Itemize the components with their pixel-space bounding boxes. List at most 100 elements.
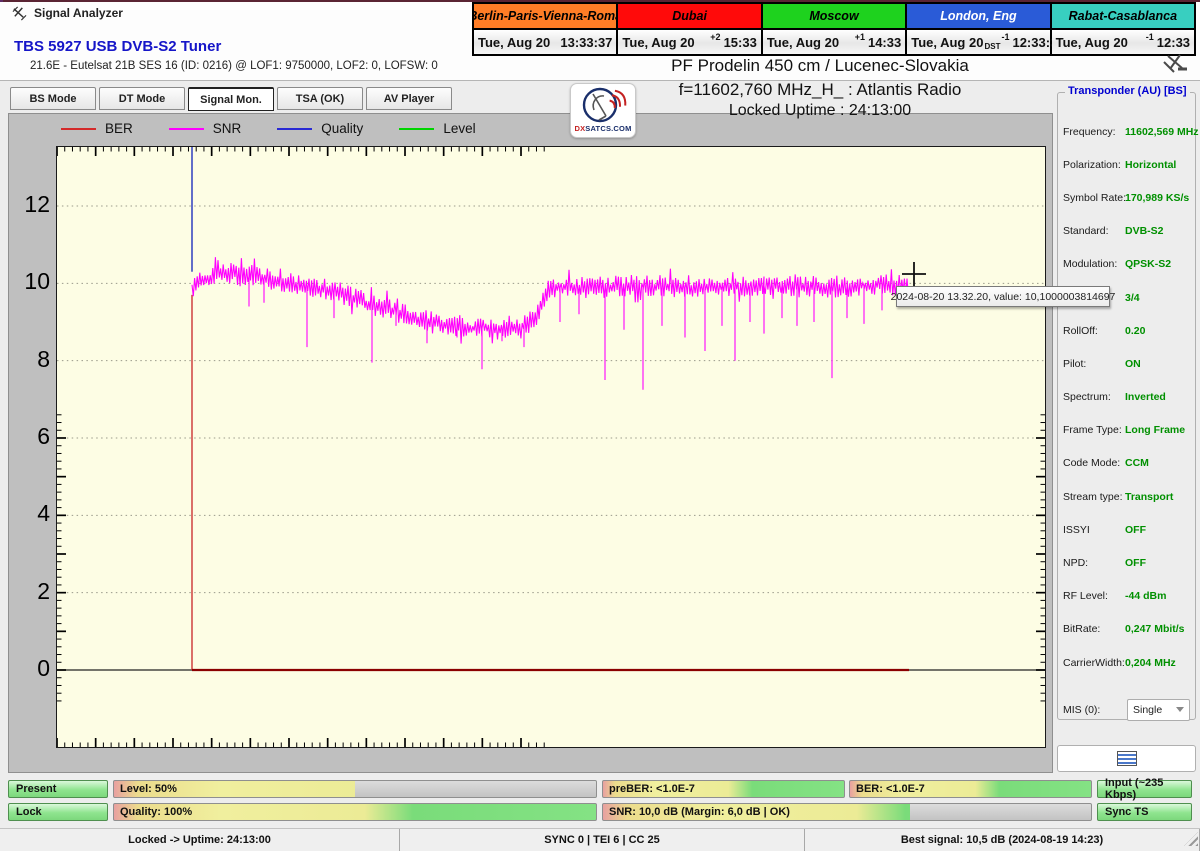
transponder-value: Horizontal [1125, 158, 1177, 171]
site-description: PF Prodelin 450 cm / Lucenec-Slovakia [671, 56, 969, 75]
progress-unfilled [355, 781, 596, 797]
plot-area[interactable] [56, 146, 1046, 748]
uptime-line: Locked Uptime : 24:13:00 [728, 102, 912, 119]
progress-bar-ber-1-0e-7: BER: <1.0E-7 [849, 780, 1092, 798]
signal-analyzer-window: { "window": { "title": "Signal Analyzer"… [0, 0, 1200, 851]
transponder-value: 0,247 Mbit/s [1125, 623, 1185, 636]
transponder-row: Frame Type: Long Frame [1058, 414, 1195, 447]
transponder-value: OFF [1125, 523, 1146, 536]
legend-swatch [277, 127, 313, 130]
transponder-value: 0,204 MHz [1125, 656, 1176, 669]
y-axis-label-8: 8 [37, 345, 50, 372]
legend-swatch [168, 127, 204, 130]
transponder-label: RollOff: [1063, 324, 1098, 337]
dxsatcs-logo: DXSATCS.COM [570, 83, 636, 138]
clock-time: Tue, Aug 20 DST -1 12:33:37 [907, 30, 1065, 54]
transponder-row: CarrierWidth: 0,204 MHz [1058, 646, 1195, 679]
clock-day: Tue, Aug 20 [766, 34, 840, 50]
transponder-label: Modulation: [1063, 258, 1118, 271]
transponder-panel-title: Transponder (AU) [BS] [1065, 85, 1190, 97]
clock-dst-label: DST [984, 42, 1001, 51]
transponder-label: BitRate: [1063, 623, 1101, 636]
clock-day: Tue, Aug 20 [622, 34, 695, 50]
clock-utc-offset: +2 [710, 32, 721, 42]
transponder-label: CarrierWidth: [1063, 656, 1125, 669]
frequency-line: f=11602,760 MHz_H_ : Atlantis Radio [678, 80, 962, 99]
titlebar: Signal Analyzer [12, 4, 123, 22]
progress-label: SNR: 10,0 dB (Margin: 6,0 dB | OK) [609, 806, 790, 818]
legend-label: SNR [212, 121, 242, 136]
transponder-row: NPD: OFF [1058, 546, 1195, 579]
transponder-panel: Transponder (AU) [BS] Frequency: 11602,56… [1057, 85, 1199, 721]
progress-label: Level: 50% [120, 783, 177, 795]
tab-tsa-ok-[interactable]: TSA (OK) [277, 87, 363, 110]
antenna-icon [1163, 54, 1187, 73]
y-axis-label-6: 6 [37, 422, 50, 449]
transponder-value: Transport [1125, 490, 1174, 503]
clock-city: Berlin-Paris-Vienna-Roma [474, 4, 617, 30]
legend-label: Level [443, 121, 476, 136]
progress-label: BER: <1.0E-7 [856, 783, 925, 795]
status-badge-lock: Lock [8, 803, 108, 821]
transponder-label: Stream type: [1063, 490, 1123, 503]
clock-3: London, Eng Tue, Aug 20 DST -1 12:33:37 [907, 4, 1065, 54]
chevron-down-icon [1176, 707, 1184, 713]
striped-list-icon [1116, 751, 1137, 766]
transponder-label: Spectrum: [1063, 391, 1111, 404]
transponder-value: 170,989 KS/s [1125, 191, 1190, 204]
device-name: TBS 5927 USB DVB-S2 Tuner [14, 38, 222, 55]
monitor-bars: Present Level: 50% preBER: <1.0E-7 BER: <1.… [0, 777, 1200, 826]
clock-city: Moscow [762, 4, 906, 30]
tab-bs-mode[interactable]: BS Mode [10, 87, 96, 110]
transponder-value: QPSK-S2 [1125, 258, 1172, 271]
transponder-row: Pilot: ON [1058, 347, 1195, 380]
status-badge-sync-ts: Sync TS [1097, 803, 1192, 821]
legend-item-quality: Quality [277, 121, 363, 136]
snr-series-line [191, 257, 909, 390]
transponder-value: DVB-S2 [1125, 225, 1164, 238]
y-axis-label-4: 4 [37, 500, 50, 527]
world-clock-table: Berlin-Paris-Vienna-Roma Tue, Aug 20 13:33… [472, 2, 1196, 56]
transponder-label: Frequency: [1063, 125, 1116, 138]
transponder-label: NPD: [1063, 557, 1089, 570]
transponder-value: OFF [1125, 557, 1146, 570]
clock-utc-offset: +1 [854, 32, 865, 42]
clock-time-value: 15:33 [723, 34, 757, 50]
clock-time-value: 14:33 [867, 34, 902, 50]
statusbar-section-2: Best signal: 10,5 dB (2024-08-19 14:23) [805, 829, 1200, 851]
logo-text: DXSATCS.COM [574, 124, 632, 133]
y-axis-label-2: 2 [37, 577, 50, 604]
transponder-value: 3/4 [1125, 291, 1140, 304]
y-axis-label-0: 0 [37, 655, 50, 681]
clock-city: Rabat-Casablanca [1051, 4, 1195, 30]
signal-chart-panel: BER SNR Quality Level 0 2 4 6 8 10 12 2024-08-20 … [8, 113, 1115, 773]
tab-signal-mon-[interactable]: Signal Mon. [188, 87, 274, 111]
transponder-row: Symbol Rate: 170,989 KS/s [1058, 181, 1195, 214]
legend-item-ber: BER [61, 121, 133, 136]
device-info: 21.6E - Eutelsat 21B SES 16 (ID: 0216) @… [30, 60, 438, 72]
mis-select[interactable]: Single [1127, 698, 1190, 721]
progress-bar-quality-100: Quality: 100% [113, 803, 597, 821]
transponder-label: RF Level: [1063, 590, 1108, 603]
legend-item-snr: SNR [168, 121, 242, 136]
progress-bar-preber-1-0e-7: preBER: <1.0E-7 [602, 780, 845, 798]
clock-time: Tue, Aug 20 13:33:37 [474, 30, 617, 54]
transponder-row: Spectrum: Inverted [1058, 381, 1195, 414]
y-axis-label-10: 10 [24, 268, 50, 295]
transponder-value: ON [1125, 357, 1141, 370]
transponder-value: 0.20 [1125, 324, 1146, 337]
transponder-value: -44 dBm [1125, 590, 1167, 603]
clock-time: Tue, Aug 20 -1 12:33 [1051, 30, 1195, 54]
clock-time: Tue, Aug 20 +2 15:33 [618, 30, 761, 54]
statusbar-section-1: SYNC 0 | TEI 6 | CC 25 [400, 829, 805, 851]
tab-dt-mode[interactable]: DT Mode [99, 87, 185, 110]
transponder-row: Frequency: 11602,569 MHz [1058, 115, 1199, 148]
progress-bar-snr-10-0-db-margin-6-0-db-ok: SNR: 10,0 dB (Margin: 6,0 dB | OK) [602, 803, 1092, 821]
transponder-row: RF Level: -44 dBm [1058, 580, 1195, 613]
tab-av-player[interactable]: AV Player [366, 87, 452, 110]
transponder-label: Code Mode: [1063, 457, 1121, 470]
progress-bar-level-50: Level: 50% [113, 780, 597, 798]
app-icon [12, 6, 27, 20]
transponder-value: Inverted [1125, 391, 1166, 404]
transponder-capture-button[interactable] [1057, 745, 1196, 772]
